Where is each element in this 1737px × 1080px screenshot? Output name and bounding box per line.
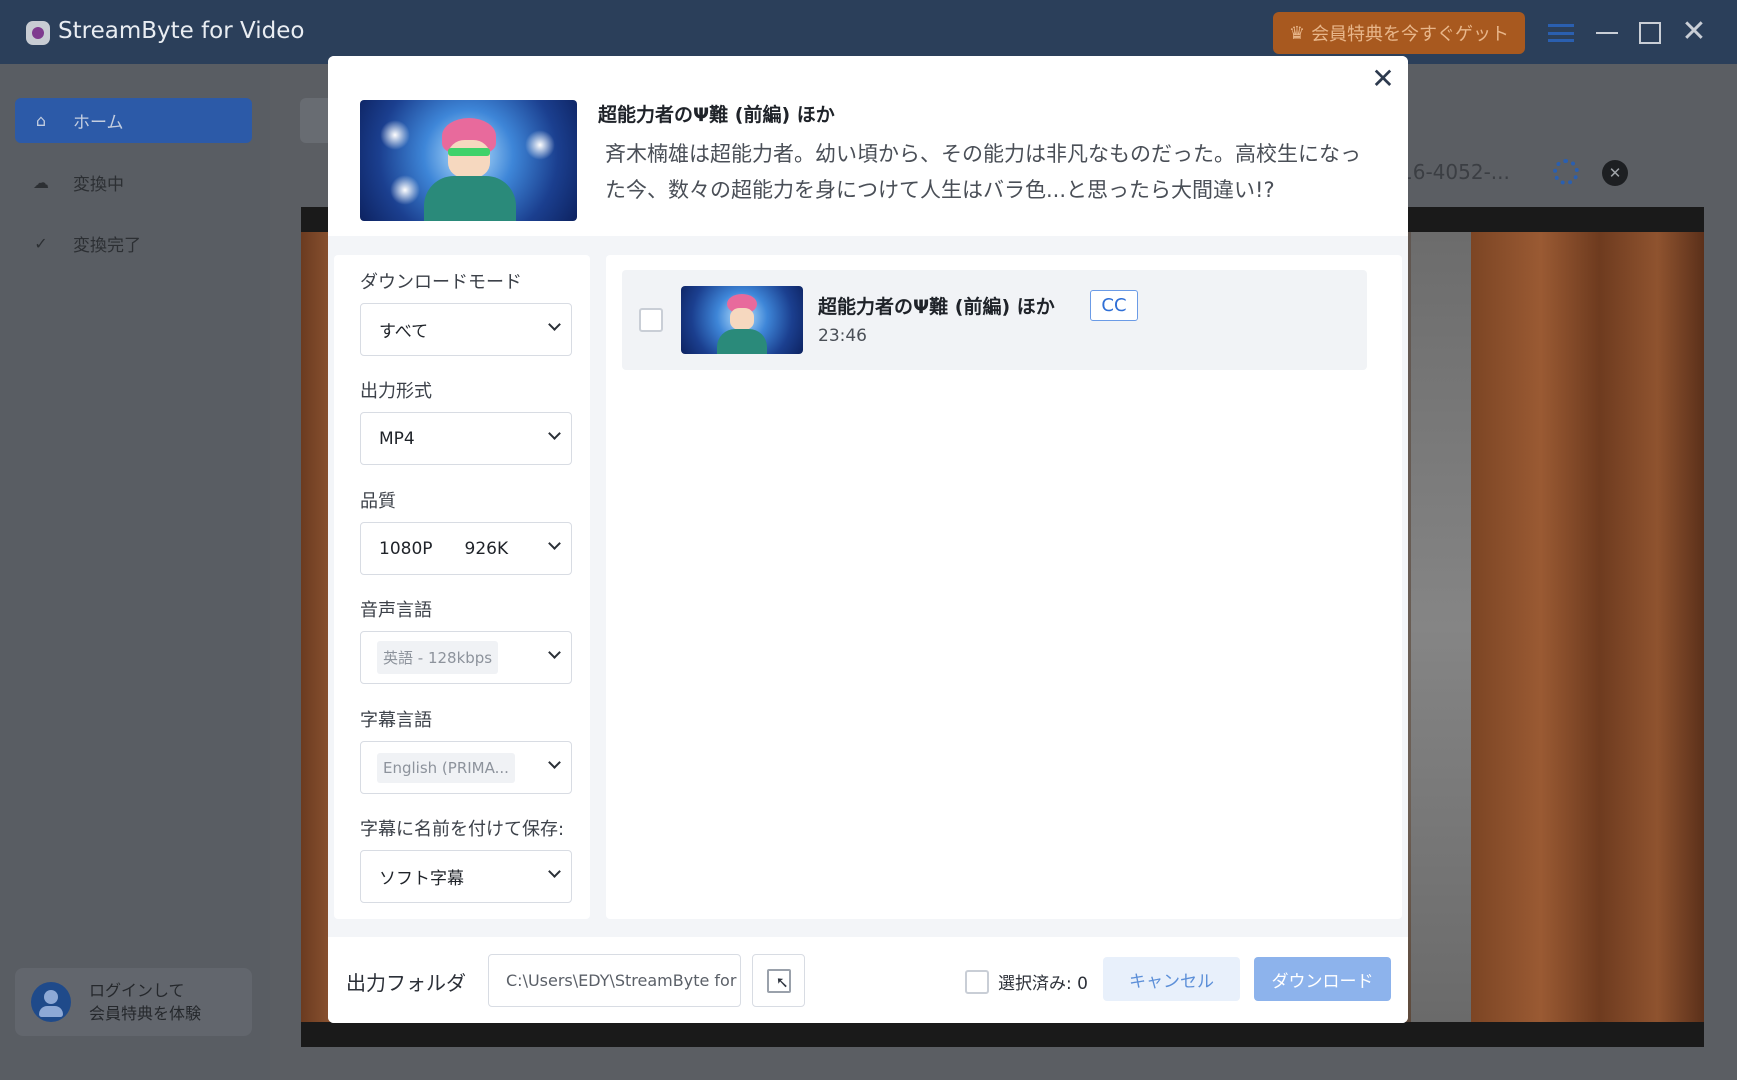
- quality-label: 品質: [360, 491, 396, 512]
- login-text: ログインして 会員特典を体験: [89, 979, 201, 1025]
- chevron-down-icon: [548, 865, 561, 878]
- subtitle-save-select[interactable]: ソフト字幕: [360, 850, 572, 903]
- subtitle-language-select[interactable]: English (PRIMA...: [360, 741, 572, 794]
- promo-button[interactable]: ♛ 会員特典を今すぐゲット: [1273, 12, 1525, 54]
- character-face: [730, 308, 754, 330]
- sparkle: [525, 130, 555, 160]
- episode-thumbnail: [681, 286, 803, 354]
- check-circle-icon: ✓: [34, 234, 48, 253]
- dialog-description: 斉木楠雄は超能力者。幼い頃から、その能力は非凡なものだった。高校生になった今、数…: [605, 142, 1361, 202]
- download-mode-value: すべて: [379, 322, 429, 342]
- chevron-down-icon: [548, 646, 561, 659]
- minimize-icon[interactable]: [1596, 32, 1618, 34]
- show-thumbnail: [360, 100, 577, 221]
- chevron-down-icon: [548, 427, 561, 440]
- download-button[interactable]: ダウンロード: [1254, 957, 1391, 1001]
- format-value: MP4: [379, 428, 415, 449]
- chevron-down-icon: [548, 756, 561, 769]
- character-body: [424, 176, 516, 221]
- sidebar: ⌂ ホーム ☁ 変換中 ✓ 変換完了 ログインして 会員特典を体験: [0, 64, 270, 1080]
- sidebar-item-label: 変換完了: [73, 236, 141, 256]
- sidebar-item-completed[interactable]: ✓ 変換完了: [15, 221, 252, 266]
- login-line-1: ログインして: [89, 981, 185, 1000]
- character-glasses: [448, 148, 490, 156]
- quality-bitrate: 926K: [464, 538, 509, 559]
- download-dialog: 超能力者のΨ難 (前編) ほか 斉木楠雄は超能力者。幼い頃から、その能力は非凡な…: [328, 56, 1408, 1023]
- character-body: [717, 329, 767, 354]
- url-fragment: 16-4052-...: [1400, 160, 1510, 184]
- close-url-icon: ✕: [1602, 160, 1628, 186]
- format-label: 出力形式: [360, 381, 432, 402]
- cc-badge: CC: [1090, 290, 1138, 321]
- output-folder-input[interactable]: C:\Users\EDY\StreamByte for Video: [488, 954, 741, 1007]
- episode-checkbox[interactable]: [639, 308, 663, 332]
- quality-select[interactable]: 1080P 926K: [360, 522, 572, 575]
- sidebar-item-home[interactable]: ⌂ ホーム: [15, 98, 252, 143]
- subtitle-save-value: ソフト字幕: [379, 869, 464, 889]
- app-title: StreamByte for Video: [58, 18, 305, 44]
- episode-title: 超能力者のΨ難 (前編) ほか: [818, 296, 1055, 318]
- login-line-2: 会員特典を体験: [89, 1004, 202, 1023]
- chevron-down-icon: [548, 537, 561, 550]
- sparkle: [390, 175, 420, 205]
- subtitle-language-value: English (PRIMA...: [377, 752, 515, 783]
- login-prompt[interactable]: ログインして 会員特典を体験: [15, 968, 252, 1036]
- sidebar-item-converting[interactable]: ☁ 変換中: [15, 160, 252, 205]
- sparkle: [380, 120, 410, 150]
- select-all-checkbox[interactable]: [965, 970, 989, 994]
- list-item[interactable]: 超能力者のΨ難 (前編) ほか CC 23:46: [622, 270, 1367, 370]
- maximize-icon[interactable]: [1639, 22, 1661, 44]
- audio-language-label: 音声言語: [360, 600, 432, 621]
- format-select[interactable]: MP4: [360, 412, 572, 465]
- settings-panel: ダウンロードモード すべて 出力形式 MP4 品質 1080P 926K 音声言…: [334, 255, 590, 919]
- selected-count: 選択済み: 0: [998, 974, 1088, 994]
- window-close-icon[interactable]: ✕: [1680, 17, 1708, 47]
- audio-language-select[interactable]: 英語 - 128kbps: [360, 631, 572, 684]
- sidebar-item-label: ホーム: [73, 113, 124, 133]
- app-logo-icon: [26, 21, 50, 45]
- cloud-download-icon: ☁: [33, 173, 49, 192]
- subtitle-language-label: 字幕言語: [360, 710, 432, 731]
- download-mode-select[interactable]: すべて: [360, 303, 572, 356]
- loading-spinner-icon: [1553, 159, 1579, 185]
- crown-icon: ♛: [1288, 22, 1306, 44]
- promo-button-label: 会員特典を今すぐゲット: [1311, 24, 1510, 45]
- episode-list: 超能力者のΨ難 (前編) ほか CC 23:46: [606, 255, 1402, 919]
- episode-duration: 23:46: [818, 326, 867, 346]
- subtitle-save-label: 字幕に名前を付けて保存:: [360, 819, 565, 840]
- character-face: [448, 140, 490, 178]
- dialog-title: 超能力者のΨ難 (前編) ほか: [598, 104, 835, 126]
- sidebar-item-label: 変換中: [73, 175, 124, 195]
- avatar-icon: [31, 982, 71, 1022]
- dialog-close-icon[interactable]: ✕: [1368, 64, 1398, 94]
- title-bar: StreamByte for Video ♛ 会員特典を今すぐゲット ✕: [0, 0, 1737, 64]
- audio-language-value: 英語 - 128kbps: [377, 641, 499, 674]
- browse-folder-button[interactable]: [752, 954, 805, 1007]
- home-icon: ⌂: [35, 111, 47, 130]
- output-folder-label: 出力フォルダ: [346, 971, 466, 995]
- quality-resolution: 1080P: [379, 538, 433, 559]
- download-mode-label: ダウンロードモード: [360, 272, 522, 293]
- chevron-down-icon: [548, 318, 561, 331]
- cancel-button[interactable]: キャンセル: [1103, 957, 1240, 1001]
- dialog-header: 超能力者のΨ難 (前編) ほか 斉木楠雄は超能力者。幼い頃から、その能力は非凡な…: [328, 56, 1408, 236]
- menu-icon[interactable]: [1548, 24, 1574, 42]
- curtain-right: [1471, 232, 1704, 1022]
- dialog-footer: 出力フォルダ C:\Users\EDY\StreamByte for Video…: [328, 937, 1408, 1023]
